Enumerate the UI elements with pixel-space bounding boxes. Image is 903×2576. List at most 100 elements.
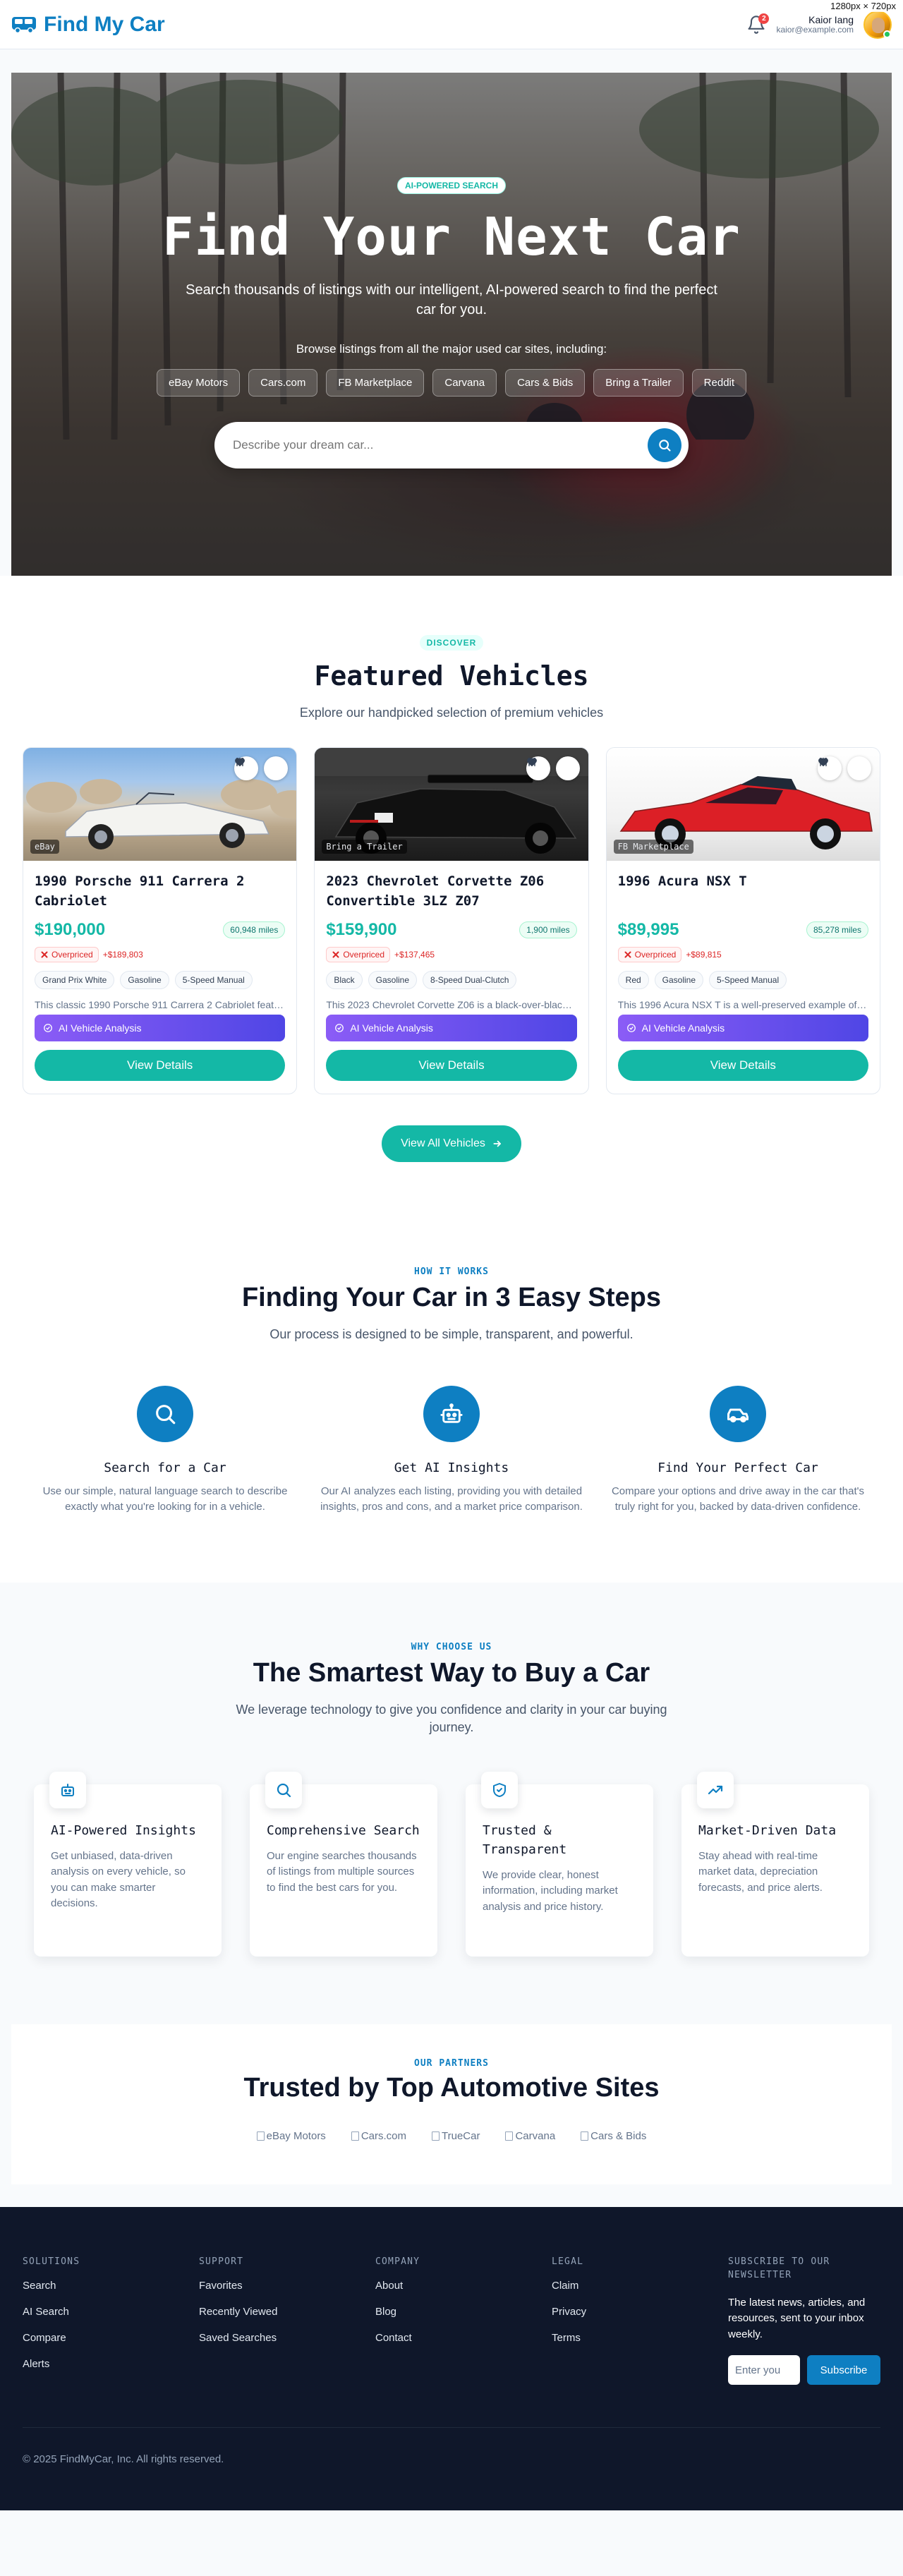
source-chip-reddit[interactable]: Reddit (691, 369, 747, 397)
how-title: Finding Your Car in 3 Easy Steps (241, 1283, 662, 1312)
overpriced-label: Overpriced (634, 950, 677, 960)
vehicle-card[interactable]: eBay 1990 Porsche 911 Carrera 2 Cabriole… (23, 747, 298, 1094)
price-evaluation: Overpriced +$89,815 (617, 947, 868, 962)
footer-link-search[interactable]: Search (23, 2280, 199, 2292)
how-tag: HOW IT WORKS (414, 1266, 489, 1277)
search-icon (659, 440, 671, 452)
avatar[interactable] (863, 10, 892, 39)
partner-logo-ebay-motors[interactable]: eBay Motors (256, 2129, 326, 2142)
ai-analysis-label: AI Vehicle Analysis (59, 1022, 142, 1034)
source-chip-fb-marketplace[interactable]: FB Marketplace (326, 369, 425, 397)
footer-link-recently-viewed[interactable]: Recently Viewed (199, 2306, 375, 2318)
step-icon-circle (423, 1386, 480, 1442)
vehicle-price: $190,000 (35, 920, 106, 939)
footer-column-solutions: SOLUTIONS Search AI Search Compare Alert… (23, 2255, 199, 2385)
how-it-works-section: HOW IT WORKS Finding Your Car in 3 Easy … (0, 1219, 903, 1583)
footer-link-favorites[interactable]: Favorites (199, 2280, 375, 2292)
source-chip-ebay-motors[interactable]: eBay Motors (156, 369, 241, 397)
partner-logo-cars-and-bids[interactable]: Cars & Bids (581, 2130, 646, 2142)
vehicle-title[interactable]: 1990 Porsche 911 Carrera 2 Cabriolet (35, 872, 285, 912)
feature-card: Market-Driven Data Stay ahead with real-… (681, 1771, 869, 1957)
featured-description: Explore our handpicked selection of prem… (299, 706, 604, 720)
footer-link-saved-searches[interactable]: Saved Searches (199, 2332, 375, 2344)
featured-title: Featured Vehicles (314, 660, 589, 691)
vehicle-image-corvette[interactable]: Bring a Trailer (315, 748, 588, 861)
vehicle-card[interactable]: Bring a Trailer 2023 Chevrolet Corvette … (314, 747, 589, 1094)
user-name: Kaior Iang (808, 13, 854, 25)
arrow-right-icon (493, 1140, 501, 1147)
ai-analysis-button[interactable]: AI Vehicle Analysis (35, 1015, 286, 1041)
view-all-vehicles-button[interactable]: View All Vehicles (382, 1125, 521, 1162)
listing-source-badge: FB Marketplace (613, 840, 693, 854)
why-choose-us-section: WHY CHOOSE US The Smartest Way to Buy a … (0, 1582, 903, 2024)
partner-logo-carvana[interactable]: Carvana (505, 2130, 555, 2142)
feature-description: Stay ahead with real-time market data, d… (698, 1849, 823, 1894)
broken-image-icon (505, 2131, 514, 2141)
compare-button[interactable] (527, 756, 580, 780)
source-chip-bring-a-trailer[interactable]: Bring a Trailer (593, 369, 684, 397)
steps-list: Search for a Car Use our simple, natural… (34, 1386, 869, 1515)
vehicle-image-acura[interactable]: FB Marketplace (606, 748, 880, 861)
view-details-button[interactable]: View Details (35, 1050, 286, 1081)
hero-title: Find Your Next Car (162, 207, 741, 267)
feature-icon-box (49, 1771, 86, 1808)
partner-alt-text: Cars.com (360, 2129, 406, 2142)
ai-analysis-button[interactable]: AI Vehicle Analysis (617, 1015, 868, 1041)
footer-link-ai-search[interactable]: AI Search (23, 2306, 199, 2318)
feature-description: Get unbiased, data-driven analysis on ev… (51, 1849, 186, 1910)
partner-alt-text: TrueCar (442, 2129, 480, 2142)
newsletter-email-input[interactable]: Enter you (728, 2355, 800, 2385)
spec-chips: Red Gasoline 5-Speed Manual (617, 971, 868, 989)
ai-analysis-button[interactable]: AI Vehicle Analysis (326, 1015, 577, 1041)
source-chip-cars-com[interactable]: Cars.com (248, 369, 318, 397)
partner-logo-list: eBay Motors Cars.com TrueCar Carvana Car… (11, 2130, 892, 2142)
card-image-actions (526, 756, 580, 780)
spec-chip-fuel: Gasoline (654, 971, 704, 989)
source-chip-cars-and-bids[interactable]: Cars & Bids (505, 369, 586, 397)
footer-link-compare[interactable]: Compare (23, 2332, 199, 2344)
source-list: eBay Motors Cars.com FB Marketplace Carv… (156, 369, 747, 397)
broken-image-icon (581, 2131, 589, 2141)
brand[interactable]: Find My Car (11, 13, 165, 37)
source-chip-carvana[interactable]: Carvana (432, 369, 497, 397)
search-button[interactable] (648, 428, 681, 462)
partner-logo-cars-com[interactable]: Cars.com (351, 2130, 406, 2142)
vehicle-title[interactable]: 1996 Acura NSX T (618, 872, 868, 912)
hero-content: AI-POWERED SEARCH Find Your Next Car Sea… (11, 73, 892, 468)
featured-tag: DISCOVER (419, 635, 484, 651)
footer-link-blog[interactable]: Blog (375, 2306, 552, 2318)
overpriced-badge: Overpriced (326, 947, 391, 962)
user-info[interactable]: Kaior Iang kaior@example.com (776, 14, 854, 35)
footer-link-alerts[interactable]: Alerts (23, 2358, 199, 2370)
footer-heading: LEGAL (552, 2256, 584, 2267)
footer-link-claim[interactable]: Claim (552, 2280, 728, 2292)
overpriced-amount: +$137,465 (394, 950, 435, 960)
newsletter-heading: SUBSCRIBE TO OUR NEWSLETTER (728, 2256, 830, 2281)
vehicle-title[interactable]: 2023 Chevrolet Corvette Z06 Convertible … (326, 872, 576, 912)
footer-link-about[interactable]: About (375, 2280, 552, 2292)
vehicle-description: This 1996 Acura NSX T is a well-preserve… (617, 999, 868, 1010)
vehicle-image-porsche[interactable]: eBay (23, 748, 297, 861)
subscribe-button[interactable]: Subscribe (807, 2355, 880, 2385)
check-circle-icon (44, 1024, 52, 1032)
search-input[interactable] (233, 438, 628, 452)
shield-check-icon (493, 1782, 506, 1797)
partner-alt-text: eBay Motors (266, 2129, 326, 2142)
featured-tag-wrap: DISCOVER (23, 635, 880, 651)
vehicle-card[interactable]: FB Marketplace 1996 Acura NSX T $89,995 … (605, 747, 880, 1094)
partner-logo-truecar[interactable]: TrueCar (432, 2130, 480, 2142)
spec-chip-color: Grand Prix White (35, 971, 115, 989)
compare-button[interactable] (818, 756, 871, 780)
notifications-button[interactable]: 2 (746, 13, 770, 35)
footer-heading: COMPANY (375, 2256, 420, 2267)
feature-list: AI-Powered Insights Get unbiased, data-d… (34, 1771, 869, 1957)
vehicle-card-list: eBay 1990 Porsche 911 Carrera 2 Cabriole… (23, 747, 880, 1094)
view-details-button[interactable]: View Details (326, 1050, 577, 1081)
footer-link-terms[interactable]: Terms (552, 2332, 728, 2344)
feature-icon-box (265, 1771, 302, 1808)
compare-button[interactable] (236, 756, 289, 780)
view-details-button[interactable]: View Details (617, 1050, 868, 1081)
footer-link-privacy[interactable]: Privacy (552, 2306, 728, 2318)
step-item: Get AI Insights Our AI analyzes each lis… (320, 1386, 583, 1515)
footer-link-contact[interactable]: Contact (375, 2332, 552, 2344)
